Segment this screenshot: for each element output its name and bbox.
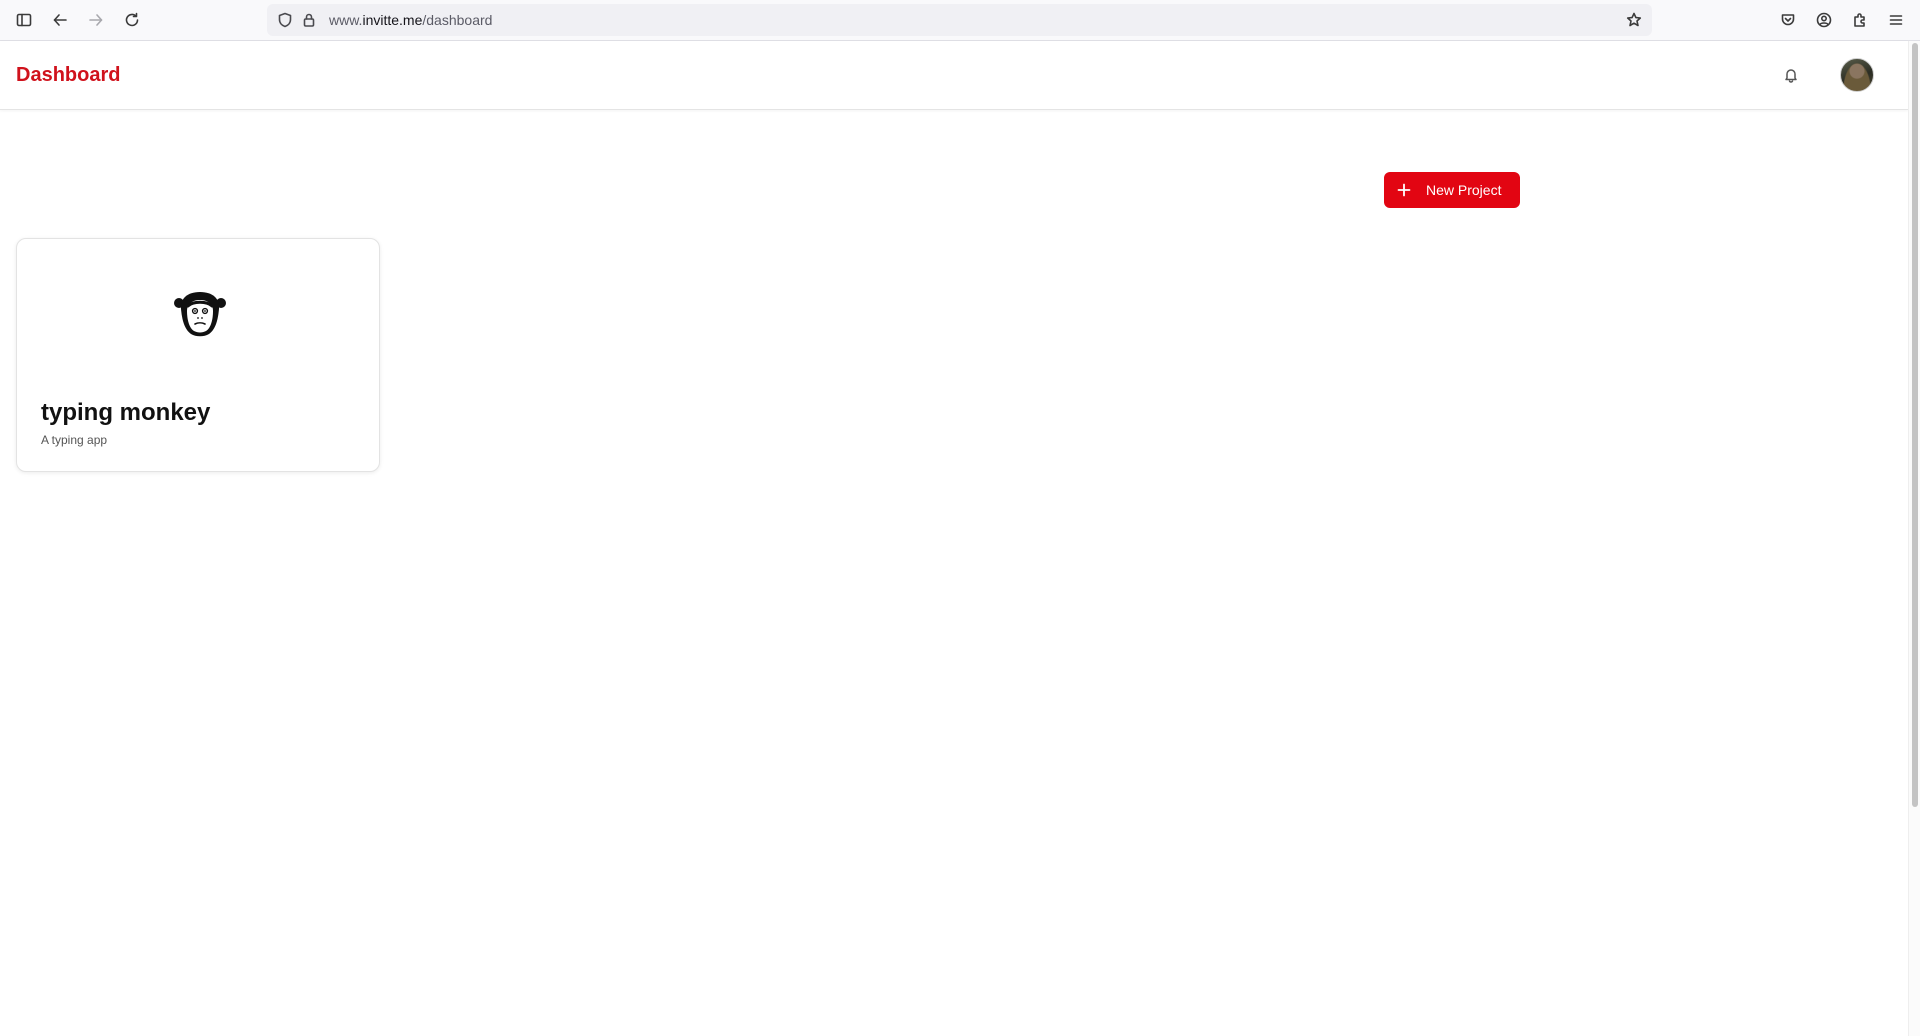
plus-icon (1396, 182, 1412, 198)
new-project-label: New Project (1426, 182, 1502, 198)
forward-icon[interactable] (84, 8, 108, 32)
browser-toolbar: www.invitte.me/dashboard (0, 0, 1920, 41)
back-icon[interactable] (48, 8, 72, 32)
pocket-icon[interactable] (1776, 8, 1800, 32)
project-card[interactable]: typing monkey A typing app (16, 238, 380, 472)
account-icon[interactable] (1812, 8, 1836, 32)
notification-bell-icon[interactable] (1779, 63, 1803, 87)
menu-icon[interactable] (1884, 8, 1908, 32)
scrollbar-thumb[interactable] (1912, 43, 1918, 807)
extensions-icon[interactable] (1848, 8, 1872, 32)
lock-icon[interactable] (299, 10, 319, 30)
user-avatar[interactable] (1840, 58, 1874, 92)
project-description: A typing app (41, 433, 108, 447)
shield-icon[interactable] (275, 10, 295, 30)
sidebar-toggle-icon[interactable] (12, 8, 36, 32)
app-header: Dashboard (0, 41, 1908, 110)
address-bar[interactable]: www.invitte.me/dashboard (267, 4, 1652, 36)
page-scrollbar[interactable] (1908, 41, 1920, 1036)
reload-icon[interactable] (120, 8, 144, 32)
url-text[interactable]: www.invitte.me/dashboard (329, 12, 492, 28)
page-title: Dashboard (16, 64, 121, 86)
bookmark-star-icon[interactable] (1624, 10, 1644, 30)
new-project-button[interactable]: New Project (1384, 172, 1520, 208)
monkey-icon (174, 292, 226, 337)
project-title: typing monkey (41, 399, 211, 426)
